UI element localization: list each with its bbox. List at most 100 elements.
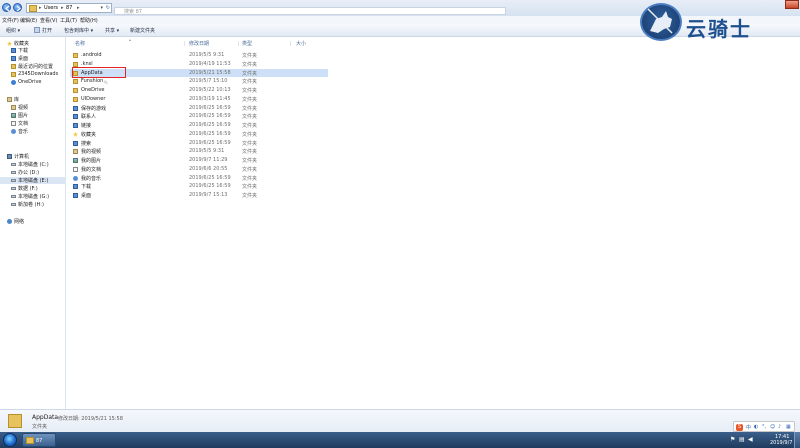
start-button[interactable] (3, 433, 17, 447)
sidebar-item-drive-g[interactable]: 本地磁盘 (G:) (0, 193, 66, 200)
ime-punctuation-icon[interactable]: °, (762, 424, 766, 430)
column-header-date[interactable]: 修改日期 (189, 40, 209, 47)
file-date: 2019/6/25 16:59 (189, 104, 231, 111)
volume-icon[interactable]: ◀ (748, 436, 754, 443)
sidebar-item-documents[interactable]: 文档 (0, 120, 66, 127)
file-type: 文件夹 (242, 123, 258, 129)
watermark-text: 云骑士 (686, 17, 752, 41)
organize-button[interactable]: 组织 ▾ (6, 27, 20, 34)
clock-date[interactable]: 2019/9/7 (770, 440, 792, 446)
sidebar-item-drive-e[interactable]: 本地磁盘 (E:) (0, 177, 66, 184)
sidebar-item-computer[interactable]: 计算机 (0, 153, 66, 160)
pictures-icon (11, 113, 16, 118)
sidebar-item-favorites[interactable]: 收藏夹 (0, 40, 66, 47)
sidebar-item-music[interactable]: 音乐 (0, 128, 66, 135)
search-input[interactable]: 搜索 87 (114, 7, 506, 15)
sidebar-item-drive-d[interactable]: 办公 (D:) (0, 169, 66, 176)
share-button[interactable]: 共享 ▾ (105, 27, 119, 34)
refresh-icon[interactable]: ↻ (106, 5, 110, 11)
file-row[interactable]: 收藏夹 2019/6/25 16:59 文件夹 (70, 130, 328, 138)
include-in-library-button[interactable]: 包含到库中 ▾ (64, 27, 93, 34)
file-name: 下载 (81, 184, 92, 191)
file-row[interactable]: 我的图片 2019/9/7 11:29 文件夹 (70, 156, 328, 164)
menu-file[interactable]: 文件(F) (2, 17, 19, 24)
folder-icon (73, 96, 78, 102)
column-header-name[interactable]: 名称 (75, 40, 85, 47)
knight-icon (647, 8, 673, 34)
column-header-type[interactable]: 类型 (242, 40, 252, 47)
sidebar-item-drive-c[interactable]: 本地磁盘 (C:) (0, 161, 66, 168)
taskbar: 87 ⚑ ▤ ◀ 17:41 2019/9/7 (0, 432, 800, 448)
column-divider[interactable] (184, 41, 185, 46)
ime-grid-icon[interactable]: ▦ (786, 424, 791, 430)
file-name: 联系人 (81, 114, 97, 121)
file-row[interactable]: 联系人 2019/6/25 16:59 文件夹 (70, 112, 328, 120)
videos-icon (73, 149, 78, 155)
ime-language[interactable]: 中 (746, 424, 751, 431)
sidebar-item-label: 视频 (18, 105, 29, 111)
file-row[interactable]: 我的视频 2019/5/5 9:31 文件夹 (70, 147, 328, 155)
file-row[interactable]: 下载 2019/6/25 16:59 文件夹 (70, 182, 328, 190)
breadcrumb-item-87[interactable]: 87 (66, 5, 72, 11)
sidebar-item-label: 图片 (18, 113, 29, 119)
sidebar-item-label: 本地磁盘 (E:) (18, 178, 49, 184)
network-icon[interactable]: ▤ (739, 436, 745, 443)
breadcrumb-item-users[interactable]: Users (44, 5, 58, 11)
sidebar-item-onedrive[interactable]: OneDrive (0, 79, 66, 86)
file-row[interactable]: Funshion 2019/5/7 15:10 文件夹 (70, 77, 328, 85)
menu-help[interactable]: 帮助(H) (80, 17, 98, 24)
file-row[interactable]: 链接 2019/6/25 16:59 文件夹 (70, 121, 328, 129)
details-type: 文件夹 (32, 424, 48, 430)
folder-icon (73, 61, 78, 67)
file-type: 文件夹 (242, 175, 258, 182)
flag-icon[interactable]: ⚑ (730, 436, 736, 443)
forward-button[interactable] (13, 3, 22, 12)
breadcrumb[interactable]: ▸ Users ▸ 87 ▸ ▾ ↻ (26, 3, 112, 13)
file-row[interactable]: 桌面 2019/9/7 15:13 文件夹 (70, 191, 328, 199)
sidebar-item-videos[interactable]: 视频 (0, 104, 66, 111)
file-row[interactable]: .android 2019/5/5 9:31 文件夹 (70, 51, 328, 59)
ime-emoji-icon[interactable]: ☺ (770, 424, 775, 430)
file-name: 收藏夹 (81, 131, 97, 138)
file-row[interactable]: 保存的游戏 2019/6/25 16:59 文件夹 (70, 104, 328, 112)
watermark-logo (640, 3, 682, 41)
cloud-icon (11, 80, 16, 85)
ime-mic-icon[interactable]: ♪ (778, 424, 781, 430)
ime-moon-icon[interactable]: ◐ (754, 424, 758, 430)
sidebar-item-recent-places[interactable]: 最近访问的位置 (0, 63, 66, 70)
menu-tools[interactable]: 工具(T) (60, 17, 77, 24)
column-divider[interactable] (290, 41, 291, 46)
documents-icon (73, 166, 78, 172)
menu-view[interactable]: 查看(V) (40, 17, 57, 24)
file-row[interactable]: OneDrive 2019/5/22 10:13 文件夹 (70, 86, 328, 94)
column-divider[interactable] (238, 41, 239, 46)
ime-toolbar[interactable]: S 中 ◐ °, ☺ ♪ ▦ (733, 421, 795, 432)
open-button[interactable]: 打开 (42, 27, 52, 34)
chevron-right-icon: ▸ (77, 5, 80, 11)
file-row[interactable]: 我的文档 2019/6/6 20:55 文件夹 (70, 165, 328, 173)
chevron-down-icon[interactable]: ▾ (100, 5, 103, 11)
file-type: 文件夹 (242, 149, 258, 156)
new-folder-button[interactable]: 新建文件夹 (130, 27, 155, 34)
file-type: 文件夹 (242, 193, 258, 199)
show-desktop-button[interactable] (794, 432, 800, 448)
file-row[interactable]: 搜索 2019/6/25 16:59 文件夹 (70, 139, 328, 147)
back-button[interactable] (2, 3, 11, 12)
sidebar-item-downloads[interactable]: 下载 (0, 47, 66, 54)
file-name: 桌面 (81, 193, 92, 199)
sidebar-item-drive-f[interactable]: 数据 (F:) (0, 185, 66, 192)
sidebar-item-network[interactable]: 网络 (0, 218, 66, 225)
taskbar-explorer-button[interactable]: 87 (22, 433, 56, 447)
column-header-size[interactable]: 大小 (296, 40, 306, 47)
sidebar-item-pictures[interactable]: 图片 (0, 112, 66, 119)
sidebar-item-desktop[interactable]: 桌面 (0, 55, 66, 62)
sidebar-item-2345downloads[interactable]: 2345Downloads (0, 71, 66, 78)
file-row[interactable]: UIDowner 2019/3/19 11:45 文件夹 (70, 95, 328, 103)
sidebar-item-library[interactable]: 库 (0, 96, 66, 103)
menu-edit[interactable]: 编辑(E) (20, 17, 37, 24)
file-row[interactable]: 我的音乐 2019/6/25 16:59 文件夹 (70, 174, 328, 182)
sidebar-item-drive-h[interactable]: 新加卷 (H:) (0, 201, 66, 208)
close-window-button[interactable] (785, 0, 799, 9)
sidebar-item-label: 音乐 (18, 129, 29, 135)
details-filename: AppData (32, 414, 59, 421)
